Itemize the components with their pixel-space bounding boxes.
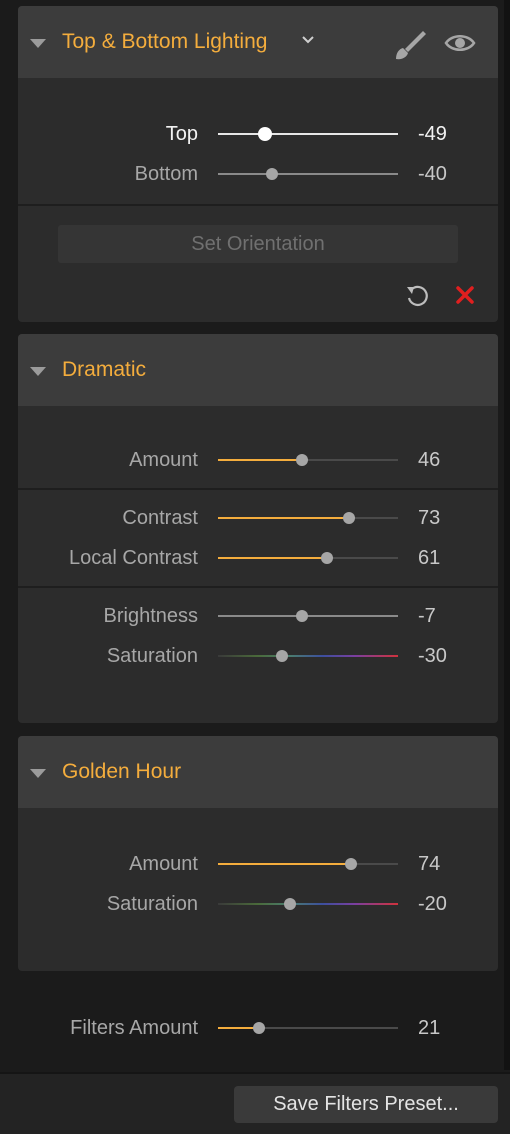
chevron-down-icon[interactable]	[301, 35, 315, 45]
slider-track[interactable]	[218, 903, 398, 905]
slider-handle[interactable]	[345, 858, 357, 870]
slider-handle[interactable]	[343, 512, 355, 524]
slider-track[interactable]	[218, 655, 398, 657]
slider-handle[interactable]	[321, 552, 333, 564]
save-filters-preset-button[interactable]: Save Filters Preset...	[234, 1086, 498, 1123]
slider-label: Local Contrast	[69, 547, 198, 569]
slider-track[interactable]	[218, 615, 398, 617]
divider	[18, 586, 498, 588]
slider-track[interactable]	[218, 133, 398, 135]
triangle-down-icon[interactable]	[30, 769, 46, 778]
slider-value[interactable]: 21	[418, 1014, 440, 1042]
slider-track[interactable]	[218, 557, 398, 559]
slider-label: Brightness	[103, 605, 199, 627]
slider-handle[interactable]	[296, 454, 308, 466]
slider-track[interactable]	[218, 173, 398, 175]
slider-row-top: Top -49	[18, 114, 498, 154]
slider-row-bottom: Bottom -40	[18, 154, 498, 194]
filter-panel-dramatic: Dramatic Amount 46 Contrast 73 Local Con…	[18, 334, 498, 723]
panel-title[interactable]: Golden Hour	[62, 758, 181, 786]
slider-fill	[218, 459, 302, 461]
slider-label: Bottom	[134, 163, 198, 185]
slider-handle[interactable]	[284, 898, 296, 910]
scrollbar[interactable]	[504, 0, 510, 1070]
panel-title[interactable]: Top & Bottom Lighting	[62, 28, 267, 56]
divider	[18, 488, 498, 490]
slider-fill	[218, 863, 351, 865]
slider-row-local-contrast: Local Contrast 61	[18, 538, 498, 578]
slider-row-brightness: Brightness -7	[18, 596, 498, 636]
slider-label: Contrast	[122, 507, 198, 529]
slider-row-amount: Amount 74	[18, 844, 498, 884]
slider-row-amount: Amount 46	[18, 440, 498, 480]
filter-panel-top-bottom-lighting: Top & Bottom Lighting Top -49 Bottom -40…	[18, 6, 498, 322]
slider-track[interactable]	[218, 459, 398, 461]
slider-row-contrast: Contrast 73	[18, 498, 498, 538]
slider-label: Amount	[129, 853, 198, 875]
bottom-bar: Save Filters Preset...	[0, 1072, 510, 1134]
slider-handle[interactable]	[266, 168, 278, 180]
slider-handle[interactable]	[296, 610, 308, 622]
panel-title[interactable]: Dramatic	[62, 356, 146, 384]
slider-value[interactable]: -40	[418, 160, 447, 188]
slider-value[interactable]: 74	[418, 850, 440, 878]
slider-row-saturation: Saturation -30	[18, 636, 498, 676]
set-orientation-button[interactable]: Set Orientation	[58, 225, 458, 263]
panel-header[interactable]: Golden Hour	[18, 736, 498, 808]
brush-icon[interactable]	[392, 27, 428, 61]
slider-track[interactable]	[218, 517, 398, 519]
divider	[18, 204, 498, 206]
slider-handle[interactable]	[253, 1022, 265, 1034]
slider-handle[interactable]	[258, 127, 272, 141]
slider-label: Top	[165, 123, 198, 145]
panel-header[interactable]: Top & Bottom Lighting	[18, 6, 498, 78]
slider-row-filters-amount: Filters Amount 21	[18, 1008, 498, 1048]
panel-header[interactable]: Dramatic	[18, 334, 498, 406]
slider-label: Saturation	[106, 893, 198, 915]
slider-value[interactable]: 73	[418, 504, 440, 532]
close-icon[interactable]	[455, 285, 475, 305]
eye-icon[interactable]	[444, 32, 476, 54]
slider-value[interactable]: 61	[418, 544, 440, 572]
triangle-down-icon[interactable]	[30, 39, 46, 48]
slider-label: Filters Amount	[70, 1017, 198, 1039]
slider-label: Saturation	[106, 645, 198, 667]
slider-handle[interactable]	[276, 650, 288, 662]
slider-value[interactable]: -7	[418, 602, 436, 630]
slider-value[interactable]: -49	[418, 120, 447, 148]
slider-track[interactable]	[218, 863, 398, 865]
slider-value[interactable]: -20	[418, 890, 447, 918]
triangle-down-icon[interactable]	[30, 367, 46, 376]
filter-panel-golden-hour: Golden Hour Amount 74 Saturation -20	[18, 736, 498, 971]
reset-icon[interactable]	[404, 283, 432, 309]
slider-value[interactable]: 46	[418, 446, 440, 474]
slider-row-saturation: Saturation -20	[18, 884, 498, 924]
slider-value[interactable]: -30	[418, 642, 447, 670]
slider-label: Amount	[129, 449, 198, 471]
slider-fill	[218, 557, 327, 559]
slider-track[interactable]	[218, 1027, 398, 1029]
slider-fill	[218, 517, 349, 519]
